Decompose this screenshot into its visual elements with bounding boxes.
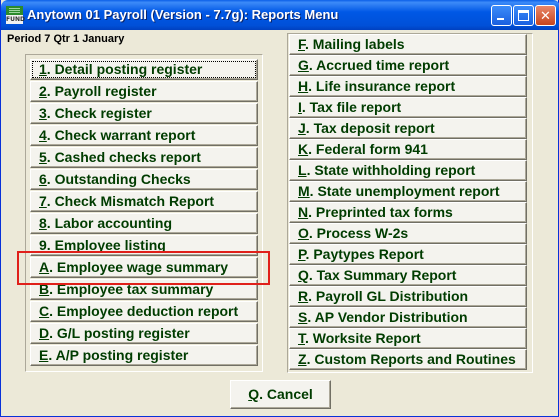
menu-button-6-outstanding-checks[interactable]: 6. Outstanding Checks xyxy=(30,169,258,190)
menu-hotkey: H xyxy=(298,78,309,94)
close-icon[interactable]: ✕ xyxy=(535,5,556,26)
menu-button-z-custom-reports-and-routines[interactable]: Z. Custom Reports and Routines xyxy=(289,349,527,370)
menu-hotkey: P xyxy=(298,246,306,262)
menu-hotkey: F xyxy=(298,36,305,52)
highlight-box xyxy=(17,251,270,285)
menu-hotkey: S xyxy=(298,309,308,325)
menu-hotkey: G xyxy=(298,57,309,73)
menu-hotkey: 4 xyxy=(39,127,47,143)
menu-label: . Check Mismatch Report xyxy=(46,193,215,209)
menu-label: . Federal form 941 xyxy=(308,141,428,157)
menu-hotkey: L xyxy=(298,162,307,178)
menu-label: . Tax Summary Report xyxy=(308,267,457,283)
menu-button-5-cashed-checks-report[interactable]: 5. Cashed checks report xyxy=(30,147,258,168)
menu-button-i-tax-file-report[interactable]: I. Tax file report xyxy=(289,97,527,118)
menu-hotkey: D xyxy=(39,325,50,341)
menu-button-o-process-w-2s[interactable]: O. Process W-2s xyxy=(289,223,527,244)
menu-button-s-ap-vendor-distribution[interactable]: S. AP Vendor Distribution xyxy=(289,307,527,328)
menu-hotkey: 6 xyxy=(39,171,47,187)
menu-button-8-labor-accounting[interactable]: 8. Labor accounting xyxy=(30,213,258,234)
menu-hotkey: 5 xyxy=(39,149,47,165)
menu-button-7-check-mismatch-report[interactable]: 7. Check Mismatch Report xyxy=(30,191,258,212)
menu-label: . Check warrant report xyxy=(46,127,196,143)
cancel-hotkey: Q xyxy=(248,386,260,402)
menu-label: . Preprinted tax forms xyxy=(308,204,453,220)
maximize-icon[interactable] xyxy=(513,5,534,26)
menu-button-4-check-warrant-report[interactable]: 4. Check warrant report xyxy=(30,125,258,146)
menu-hotkey: N xyxy=(298,204,309,220)
menu-label: . Payroll GL Distribution xyxy=(308,288,469,304)
menu-label: . Employee deduction report xyxy=(49,303,239,319)
menu-button-c-employee-deduction-report[interactable]: C. Employee deduction report xyxy=(30,301,258,322)
menu-button-f-mailing-labels[interactable]: F. Mailing labels xyxy=(289,34,527,55)
menu-label: . State withholding report xyxy=(306,162,476,178)
menu-label: . State unemployment report xyxy=(309,183,500,199)
menu-hotkey: O xyxy=(298,225,309,241)
window-title: Anytown 01 Payroll (Version - 7.7g): Rep… xyxy=(27,7,339,22)
menu-hotkey: 1 xyxy=(39,61,47,77)
menu-button-q-tax-summary-report[interactable]: Q. Tax Summary Report xyxy=(289,265,527,286)
menu-button-j-tax-deposit-report[interactable]: J. Tax deposit report xyxy=(289,118,527,139)
menu-label: . Custom Reports and Routines xyxy=(306,351,516,367)
menu-hotkey: Q xyxy=(298,267,309,283)
menu-label: . Tax deposit report xyxy=(305,120,435,136)
menu-hotkey: R xyxy=(298,288,309,304)
menu-hotkey: 7 xyxy=(39,193,47,209)
menu-button-l-state-withholding-report[interactable]: L. State withholding report xyxy=(289,160,527,181)
fund-app-icon[interactable]: FUND xyxy=(6,6,25,24)
title-bar[interactable]: FUND Anytown 01 Payroll (Version - 7.7g)… xyxy=(1,0,559,30)
menu-label: . Payroll register xyxy=(46,83,157,99)
menu-label: . A/P posting register xyxy=(48,347,189,363)
menu-label: . Tax file report xyxy=(301,99,402,115)
menu-button-h-life-insurance-report[interactable]: H. Life insurance report xyxy=(289,76,527,97)
menu-button-e-a-p-posting-register[interactable]: E. A/P posting register xyxy=(30,345,258,366)
menu-button-p-paytypes-report[interactable]: P. Paytypes Report xyxy=(289,244,527,265)
menu-label: . Cashed checks report xyxy=(46,149,201,165)
menu-hotkey: J xyxy=(298,120,306,136)
menu-label: . Paytypes Report xyxy=(305,246,424,262)
minimize-icon[interactable] xyxy=(491,5,512,26)
menu-label: . Check register xyxy=(46,105,152,121)
cancel-button[interactable]: Q. Cancel xyxy=(230,380,331,409)
menu-label: . Outstanding Checks xyxy=(46,171,191,187)
menu-label: . Worksite Report xyxy=(305,330,421,346)
menu-label: . Mailing labels xyxy=(305,36,405,52)
menu-label: . AP Vendor Distribution xyxy=(307,309,468,325)
menu-button-n-preprinted-tax-forms[interactable]: N. Preprinted tax forms xyxy=(289,202,527,223)
cancel-label: . Cancel xyxy=(259,386,313,402)
app-icon-label: FUND xyxy=(6,15,25,24)
menu-hotkey: E xyxy=(39,347,49,363)
menu-button-r-payroll-gl-distribution[interactable]: R. Payroll GL Distribution xyxy=(289,286,527,307)
menu-button-t-worksite-report[interactable]: T. Worksite Report xyxy=(289,328,527,349)
menu-hotkey: Z xyxy=(298,351,307,367)
menu-hotkey: 3 xyxy=(39,105,47,121)
menu-label: . Process W-2s xyxy=(308,225,409,241)
menu-button-3-check-register[interactable]: 3. Check register xyxy=(30,103,258,124)
menu-hotkey: M xyxy=(298,183,310,199)
menu-button-d-g-l-posting-register[interactable]: D. G/L posting register xyxy=(30,323,258,344)
menu-button-k-federal-form-941[interactable]: K. Federal form 941 xyxy=(289,139,527,160)
menu-hotkey: T xyxy=(298,330,305,346)
menu-button-g-accrued-time-report[interactable]: G. Accrued time report xyxy=(289,55,527,76)
menu-label: . Labor accounting xyxy=(46,215,173,231)
menu-hotkey: C xyxy=(39,303,50,319)
menu-label: . Detail posting register xyxy=(46,61,203,77)
menu-label: . G/L posting register xyxy=(49,325,190,341)
menu-label: . Accrued time report xyxy=(308,57,450,73)
menu-button-m-state-unemployment-report[interactable]: M. State unemployment report xyxy=(289,181,527,202)
reports-menu-window: FUND Anytown 01 Payroll (Version - 7.7g)… xyxy=(0,0,559,417)
period-label: Period 7 Qtr 1 January xyxy=(7,33,125,45)
menu-hotkey: 2 xyxy=(39,83,47,99)
menu-button-1-detail-posting-register[interactable]: 1. Detail posting register xyxy=(30,59,258,80)
menu-hotkey: K xyxy=(298,141,309,157)
menu-button-2-payroll-register[interactable]: 2. Payroll register xyxy=(30,81,258,102)
menu-label: . Life insurance report xyxy=(308,78,456,94)
menu-hotkey: 8 xyxy=(39,215,47,231)
